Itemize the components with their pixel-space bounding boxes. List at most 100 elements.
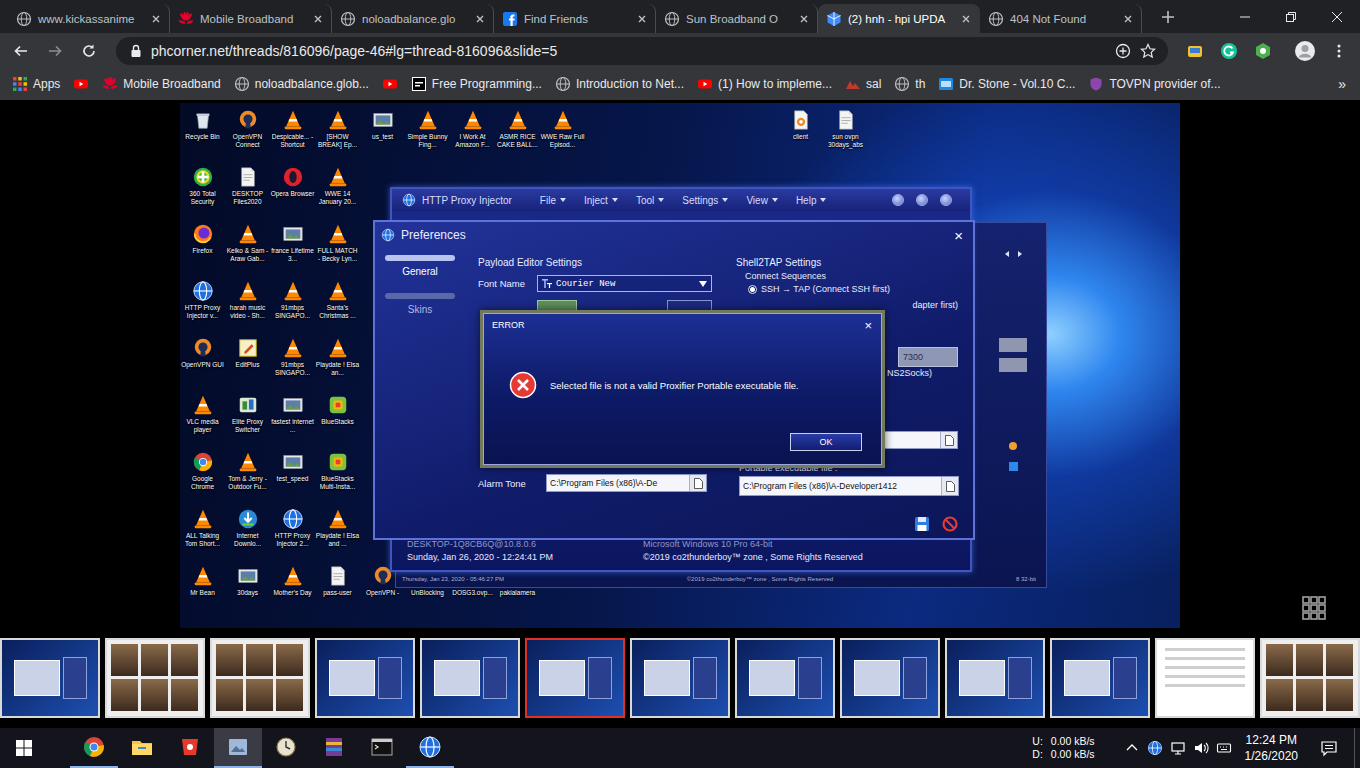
bookmark[interactable]: Apps <box>8 73 64 95</box>
close-tab-icon[interactable] <box>311 12 325 26</box>
menu-item[interactable]: Help <box>796 195 827 206</box>
browse-button[interactable] <box>941 477 958 495</box>
desktop-icon[interactable]: Santa's Christmas ... <box>315 278 360 335</box>
desktop-icon[interactable]: ALL Talking Tom Short... <box>180 506 225 563</box>
bookmark[interactable]: th <box>890 73 929 95</box>
save-floppy-icon[interactable] <box>914 516 930 532</box>
thumbnail[interactable] <box>210 638 310 718</box>
thumbnail[interactable] <box>1155 638 1255 718</box>
font-dropdown[interactable]: Courier New <box>537 275 712 292</box>
browser-tab[interactable]: www.kickassanime <box>8 4 170 33</box>
bookmark[interactable]: noloadbalance.glob... <box>230 73 373 95</box>
thumbnail[interactable] <box>840 638 940 718</box>
taskbar-app[interactable] <box>70 728 118 768</box>
close-tab-icon[interactable] <box>1121 12 1135 26</box>
desktop-icon[interactable]: Internet Downlo... <box>225 506 270 563</box>
desktop-icon[interactable]: harah music video - Sh... <box>225 278 270 335</box>
desktop-icon[interactable]: I Work At Amazon F... <box>450 107 495 164</box>
menu-button[interactable] <box>1324 37 1354 65</box>
alarm-file-field[interactable]: C:\Program Files (x86)\A-De <box>546 474 707 492</box>
new-tab-icon[interactable] <box>1154 3 1182 31</box>
menu-item[interactable]: Settings <box>682 195 728 206</box>
desktop-icon[interactable]: Mr Bean <box>180 563 225 620</box>
menu-item[interactable]: Inject <box>584 195 618 206</box>
proxifier-file-field[interactable]: C:\Program Files (x86)\A-Developer1412 <box>739 476 959 496</box>
network-icon[interactable] <box>1170 740 1186 756</box>
taskbar-app[interactable] <box>358 728 406 768</box>
desktop-icon[interactable]: Playdate ! Elsa an... <box>315 335 360 392</box>
desktop-icon[interactable]: Google Chrome <box>180 449 225 506</box>
taskbar-app[interactable] <box>406 728 454 768</box>
sidebar-item[interactable]: Skins <box>382 293 458 315</box>
extension-button[interactable] <box>1180 37 1210 65</box>
maximize-button[interactable] <box>916 194 928 206</box>
desktop-icon[interactable]: pass-user <box>315 563 360 620</box>
desktop-icon[interactable]: HTTP Proxy Injector v... <box>180 278 225 335</box>
browser-tab[interactable]: noloadbalance.glo <box>332 4 494 33</box>
desktop-icon[interactable]: 360 Total Security <box>180 164 225 221</box>
close-tab-icon[interactable] <box>473 12 487 26</box>
desktop-icon[interactable]: sun ovpn 30days_abs <box>823 107 868 164</box>
desktop-icon[interactable]: HTTP Proxy Injector 2... <box>270 506 315 563</box>
taskbar-app[interactable] <box>166 728 214 768</box>
menu-item[interactable]: Tool <box>636 195 664 206</box>
input-method-icon[interactable] <box>1216 740 1232 756</box>
browse-button[interactable] <box>689 475 706 491</box>
taskbar-app[interactable] <box>214 728 262 768</box>
start-button[interactable] <box>0 728 48 768</box>
more-bookmarks-button[interactable]: » <box>1332 76 1352 92</box>
close-button[interactable]: × <box>954 227 963 244</box>
browse-button[interactable] <box>940 432 957 448</box>
desktop-icon[interactable]: Despicable... - Shortcut <box>270 107 315 164</box>
taskbar-app[interactable] <box>262 728 310 768</box>
radio-option[interactable]: SSH → TAP (Connect SSH first) <box>748 284 958 294</box>
close-tab-icon[interactable] <box>797 12 811 26</box>
file-field[interactable] <box>883 431 958 449</box>
sidebar-item[interactable]: General <box>382 255 458 277</box>
extension-button[interactable] <box>1248 37 1278 65</box>
desktop-icon[interactable]: fastest internet ... <box>270 392 315 449</box>
bookmark[interactable]: (1) How to impleme... <box>693 73 836 95</box>
desktop-icon[interactable]: OpenVPN Connect <box>225 107 270 164</box>
desktop-icon[interactable]: WWE Raw Full Episod... <box>540 107 585 164</box>
profile-button[interactable] <box>1290 37 1320 65</box>
bookmark[interactable] <box>69 73 93 95</box>
forward-button[interactable] <box>40 37 70 65</box>
desktop-icon[interactable]: Playdate ! Elsa and ... <box>315 506 360 563</box>
desktop-icon[interactable]: VLC media player <box>180 392 225 449</box>
browser-tab[interactable]: Sun Broadband O <box>656 4 818 33</box>
bookmark[interactable] <box>378 73 402 95</box>
thumbnail[interactable] <box>105 638 205 718</box>
thumbnail[interactable] <box>525 638 625 718</box>
thumbnail[interactable] <box>420 638 520 718</box>
thumbnail[interactable] <box>945 638 1045 718</box>
thumbnail[interactable] <box>1050 638 1150 718</box>
desktop-icon[interactable]: test_speed <box>270 449 315 506</box>
desktop-icon[interactable]: Keiko & Sam - Araw Gab... <box>225 221 270 278</box>
desktop-icon[interactable]: client <box>778 107 823 164</box>
menu-item[interactable]: File <box>540 195 566 206</box>
chevron-up-icon[interactable] <box>1124 740 1140 756</box>
thumbnail[interactable] <box>315 638 415 718</box>
browser-tab[interactable]: (2) hnh - hpi UPDA <box>818 4 980 33</box>
thumbnail[interactable] <box>1260 638 1360 718</box>
desktop-icon[interactable]: BlueStacks Multi-Insta... <box>315 449 360 506</box>
left-arrow-icon[interactable] <box>1003 250 1011 258</box>
close-button[interactable]: × <box>864 318 872 333</box>
desktop-icon[interactable]: us_test <box>360 107 405 164</box>
add-circle-icon[interactable] <box>1115 43 1131 59</box>
desktop-icon[interactable]: Mother's Day <box>270 563 315 620</box>
desktop-icon[interactable]: Elite Proxy Switcher <box>225 392 270 449</box>
close-button[interactable] <box>940 194 952 206</box>
taskbar-app[interactable] <box>310 728 358 768</box>
close-window-button[interactable] <box>1314 0 1360 33</box>
cancel-icon[interactable] <box>942 516 958 532</box>
ok-button[interactable]: OK <box>790 433 862 451</box>
bookmark[interactable]: Mobile Broadband <box>98 73 224 95</box>
grammarly-button[interactable] <box>1214 37 1244 65</box>
show-desktop-button[interactable] <box>1354 728 1360 768</box>
address-bar[interactable]: phcorner.net/threads/816096/page-46#lg=t… <box>116 37 1168 65</box>
clock[interactable]: 12:24 PM1/26/2020 <box>1239 732 1304 764</box>
bookmark[interactable]: Free Programming... <box>407 73 546 95</box>
bookmark[interactable]: sal <box>841 73 885 95</box>
